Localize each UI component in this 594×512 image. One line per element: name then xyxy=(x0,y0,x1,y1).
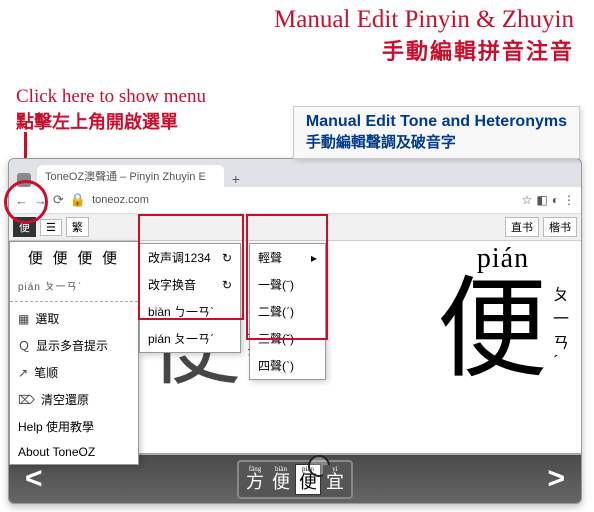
menu-item-label: Help 使用教學 xyxy=(18,418,94,435)
char-selector-item[interactable]: biàn便 xyxy=(269,465,293,494)
menu-item-label: 清空還原 xyxy=(41,391,89,408)
browser-menu-icon[interactable]: ⋮ xyxy=(563,193,575,207)
tone-item[interactable]: 四聲(ˋ) xyxy=(250,352,325,379)
main-char: 便 xyxy=(437,275,547,385)
menu-item[interactable]: ⌦ 清空還原 xyxy=(10,386,138,413)
char-selector-item[interactable]: fāng方 xyxy=(243,465,267,494)
toolbar-layout-kaishu[interactable]: 楷书 xyxy=(543,217,577,237)
char-selector-item[interactable]: pián便 xyxy=(295,464,321,495)
prev-button[interactable]: < xyxy=(25,462,43,496)
toolbar-list-button[interactable]: ☰ xyxy=(40,219,62,236)
browser-tab[interactable]: ToneOZ澳聲通 – Pinyin Zhuyin E xyxy=(37,165,224,187)
menu-item-label: 笔顺 xyxy=(34,364,58,381)
avatar-icon[interactable]: ◐ xyxy=(552,193,559,207)
title-zh: 手動編輯拼音注音 xyxy=(0,34,574,66)
highlight-circle xyxy=(4,180,48,224)
bookmark-icon[interactable]: ☆ xyxy=(522,193,533,207)
reload-button[interactable]: ⟳ xyxy=(53,192,64,208)
main-preview: pián 便 ㄆ一ㄢˊ xyxy=(437,243,569,385)
menu-item[interactable]: Help 使用教學 xyxy=(10,413,138,440)
page-title: Manual Edit Pinyin & Zhuyin 手動編輯拼音注音 xyxy=(0,0,594,66)
address-bar: ← → ⟳ 🔒 toneoz.com ☆ ◧ ◐ ⋮ xyxy=(9,187,581,214)
menu-item[interactable]: Ｑ 显示多音提示 xyxy=(10,332,138,359)
callout-en: Manual Edit Tone and Heteronyms xyxy=(306,113,567,131)
char-selector: fāng方biàn便pián便yí宜 xyxy=(237,460,353,499)
menu-item[interactable]: About ToneOZ xyxy=(10,440,138,464)
context-menu: 便 便 便 便 pián ㄆ一ㄢˊ ▦ 選取 Ｑ 显示多音提示 ↗ 笔顺 ⌦ 清空還原 Help… xyxy=(9,241,139,465)
title-en: Manual Edit Pinyin & Zhuyin xyxy=(0,6,574,34)
callout-panel: Manual Edit Tone and Heteronyms 手動編輯聲調及破… xyxy=(293,106,580,159)
menu-pinyin-row[interactable]: pián ㄆ一ㄢˊ xyxy=(10,273,138,298)
menu-item[interactable]: ▦ 選取 xyxy=(10,305,138,332)
highlight-box-2 xyxy=(246,214,328,340)
lock-icon: 🔒 xyxy=(70,192,86,208)
hint-text: Click here to show menu 點擊左上角開啟選單 xyxy=(16,86,206,134)
callout-zh: 手動編輯聲調及破音字 xyxy=(306,131,567,152)
tab-strip: ToneOZ澳聲通 – Pinyin Zhuyin E + xyxy=(9,159,581,187)
char-selector-item[interactable]: yí宜 xyxy=(323,465,347,494)
menu-item-label: About ToneOZ xyxy=(18,445,95,459)
toolbar-trad-button[interactable]: 繁 xyxy=(66,217,89,237)
menu-char-variants[interactable]: 便 便 便 便 xyxy=(10,242,138,273)
new-tab-button[interactable]: + xyxy=(224,171,248,187)
char-glyph: 方 xyxy=(246,472,264,492)
tone-label: 四聲(ˋ) xyxy=(258,357,294,374)
submenu-label: pián ㄆ一ㄢˊ xyxy=(148,330,214,347)
menu-item-icon: ▦ xyxy=(18,312,29,326)
url-text: toneoz.com xyxy=(92,194,149,206)
menu-item-icon: ⌦ xyxy=(18,393,35,407)
menu-item-icon: Ｑ xyxy=(18,337,30,354)
menu-item[interactable]: ↗ 笔顺 xyxy=(10,359,138,386)
menu-item-label: 显示多音提示 xyxy=(36,337,108,354)
next-button[interactable]: > xyxy=(547,462,565,496)
url-field[interactable]: 🔒 toneoz.com xyxy=(70,192,516,208)
char-glyph: 宜 xyxy=(326,472,344,492)
toolbar-layout-vertical[interactable]: 直书 xyxy=(505,217,539,237)
submenu-item[interactable]: pián ㄆ一ㄢˊ xyxy=(140,325,240,352)
main-zhuyin: ㄆ一ㄢˊ xyxy=(553,281,569,385)
menu-item-icon: ↗ xyxy=(18,366,28,380)
extension-icon[interactable]: ◧ xyxy=(536,193,547,207)
tab-title: ToneOZ澳聲通 – Pinyin Zhuyin E xyxy=(45,168,206,184)
hint-en: Click here to show menu xyxy=(16,86,206,108)
char-glyph: 便 xyxy=(272,472,290,492)
highlight-box-1 xyxy=(138,214,244,320)
menu-item-label: 選取 xyxy=(35,310,59,327)
hint-zh: 點擊左上角開啟選單 xyxy=(16,108,206,134)
